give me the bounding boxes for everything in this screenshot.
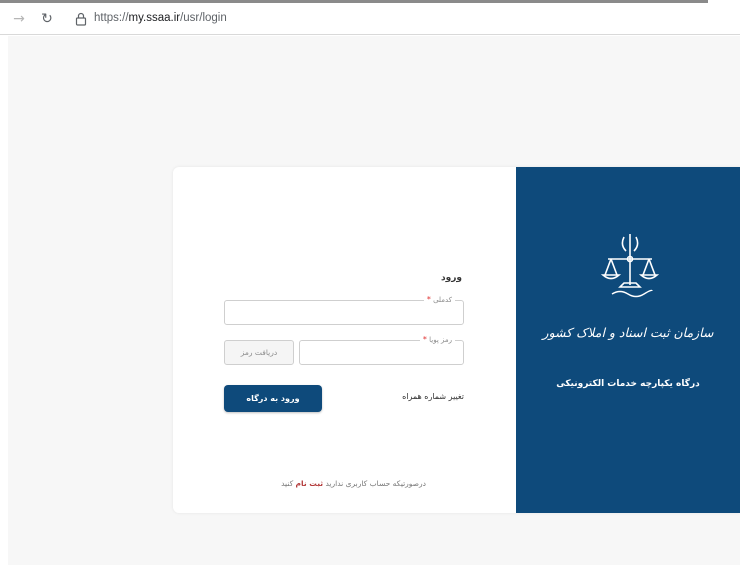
register-link[interactable]: ثبت نام	[296, 479, 324, 488]
url-prefix: https://	[94, 12, 129, 24]
login-button[interactable]: ورود به درگاه	[224, 385, 322, 412]
url-host: my.ssaa.ir	[128, 12, 181, 24]
lock-icon[interactable]	[75, 12, 87, 26]
otp-field[interactable]: رمز پویا *	[299, 335, 464, 365]
forward-icon[interactable]: →	[10, 10, 28, 28]
reload-icon[interactable]: ↻	[38, 10, 56, 28]
address-bar[interactable]: https://my.ssaa.ir/usr/login	[94, 12, 227, 24]
register-prefix: درصورتیکه حساب کاربری ندارید	[325, 479, 427, 488]
register-prompt: درصورتیکه حساب کاربری ندارید ثبت نام کنی…	[220, 479, 426, 488]
url-path: /usr/login	[180, 12, 227, 24]
portal-name: درگاه یکپارچه خدمات الکترونیکی	[556, 379, 700, 389]
get-code-button[interactable]: دریافت رمز	[224, 340, 294, 365]
national-id-input[interactable]	[225, 301, 463, 324]
form-title: ورود	[441, 273, 462, 283]
otp-input[interactable]	[300, 341, 463, 364]
browser-toolbar: → ↻ https://my.ssaa.ir/usr/login	[0, 3, 740, 35]
brand-panel: سازمان ثبت اسناد و املاک کشور درگاه یکپا…	[516, 167, 740, 513]
organization-name: سازمان ثبت اسناد و املاک کشور	[542, 325, 714, 340]
change-phone-link[interactable]: تغییر شماره همراه	[380, 392, 464, 401]
national-id-field[interactable]: کدملی *	[224, 295, 464, 325]
register-suffix: کنید	[281, 479, 294, 488]
judiciary-emblem-icon	[600, 234, 660, 298]
